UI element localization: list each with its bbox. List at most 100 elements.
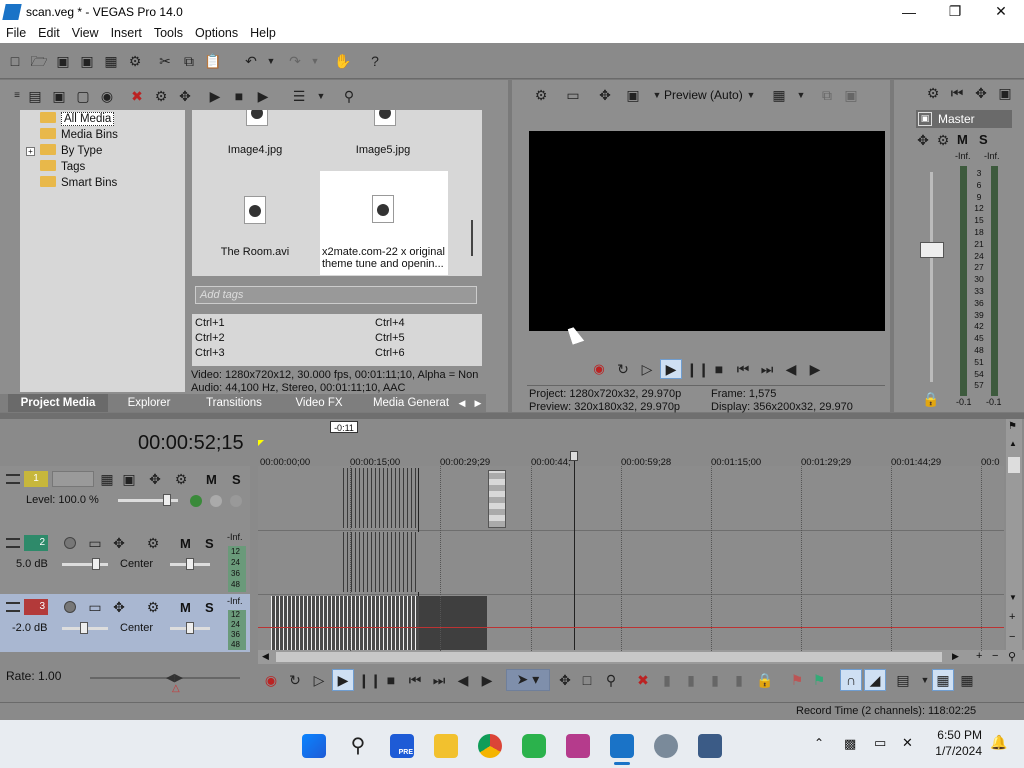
- tab-project-media[interactable]: Project Media: [8, 394, 108, 412]
- ignore-grouping-icon[interactable]: ▦: [958, 671, 976, 689]
- preview-fx-gear-icon[interactable]: ⚙: [532, 86, 550, 104]
- arm-record-icon[interactable]: [64, 537, 76, 549]
- track-solo-button[interactable]: S: [205, 536, 214, 551]
- level-slider-knob[interactable]: [163, 494, 171, 506]
- tree-item-tags[interactable]: Tags: [40, 159, 85, 175]
- display-icon[interactable]: ▭: [874, 735, 886, 751]
- new-icon[interactable]: □: [6, 52, 24, 70]
- panel-grip-icon[interactable]: ≡: [8, 87, 26, 105]
- loop-start-marker-icon[interactable]: [258, 440, 264, 446]
- master-solo-button[interactable]: S: [979, 132, 988, 147]
- web-media-icon[interactable]: ◉: [98, 87, 116, 105]
- paste-icon[interactable]: 📋: [204, 52, 222, 70]
- track-pan-icon[interactable]: ✥: [110, 534, 128, 552]
- media-fx-gear-icon[interactable]: ⚙: [152, 87, 170, 105]
- close-button[interactable]: ✕: [978, 0, 1024, 23]
- envelope-tool-icon[interactable]: ✥: [556, 671, 574, 689]
- marker-flag-icon[interactable]: ⚑: [1008, 421, 1017, 432]
- notifications-bell-icon[interactable]: 🔔: [990, 734, 1007, 751]
- lock-event-icon[interactable]: 🔒: [756, 671, 774, 689]
- menu-file[interactable]: File: [0, 26, 32, 40]
- scroll-left-icon[interactable]: ◀: [262, 651, 269, 662]
- compositing-icon[interactable]: ▣: [120, 470, 138, 488]
- scroll-right-icon[interactable]: ▶: [952, 651, 959, 662]
- go-to-start-icon[interactable]: ⏮: [734, 360, 752, 378]
- master-fx-icon[interactable]: ⚙: [934, 131, 952, 149]
- track-invert-icon[interactable]: ▭: [86, 534, 104, 552]
- menu-help[interactable]: Help: [244, 26, 282, 40]
- whats-this-help-icon[interactable]: ?: [366, 52, 384, 70]
- insert-marker-icon[interactable]: ⚑: [788, 671, 806, 689]
- tab-scroll-right-icon[interactable]: ▶: [472, 394, 484, 412]
- menu-options[interactable]: Options: [189, 26, 244, 40]
- expand-icon[interactable]: +: [26, 147, 35, 156]
- video-preview-screen[interactable]: [529, 131, 885, 331]
- track-minimize-icon[interactable]: [6, 474, 20, 484]
- zoom-in-horizontal-icon[interactable]: +: [976, 650, 982, 662]
- normal-edit-tool-icon[interactable]: ➤ ▾: [506, 669, 550, 691]
- zoom-out-vertical-icon[interactable]: −: [1009, 631, 1015, 643]
- track-header-1[interactable]: 1 ▦ ▣ ✥ ⚙ M S Level: 100.0 %: [0, 466, 250, 530]
- track-solo-button[interactable]: S: [232, 472, 241, 487]
- rate-slider[interactable]: [90, 677, 240, 679]
- mask-icon[interactable]: [230, 495, 242, 507]
- zoom-out-horizontal-icon[interactable]: −: [992, 650, 998, 662]
- record-icon[interactable]: ◉: [262, 671, 280, 689]
- zoom-tool-icon[interactable]: ⚲: [602, 671, 620, 689]
- lock-icon[interactable]: 🔒: [922, 390, 940, 408]
- loop-playback-icon[interactable]: ↻: [286, 671, 304, 689]
- stop-icon[interactable]: ■: [382, 671, 400, 689]
- tab-explorer[interactable]: Explorer: [116, 394, 182, 412]
- composite-mode-icon[interactable]: [190, 495, 202, 507]
- microsoft-store-preview-icon[interactable]: PRE: [390, 734, 414, 758]
- cut-icon[interactable]: ✂: [156, 52, 174, 70]
- play-from-start-icon[interactable]: ▷: [310, 671, 328, 689]
- track-mute-button[interactable]: M: [180, 536, 191, 551]
- audio-event-clip[interactable]: [343, 532, 419, 592]
- add-tags-input[interactable]: Add tags: [195, 286, 477, 304]
- play-preview-icon[interactable]: ▶: [206, 87, 224, 105]
- delete-icon[interactable]: ✖: [634, 671, 652, 689]
- rate-reset-marker-icon[interactable]: △: [172, 683, 180, 694]
- track-name-field[interactable]: [52, 471, 94, 487]
- minimize-button[interactable]: —: [886, 0, 932, 23]
- tree-item-all-media[interactable]: All Media: [40, 111, 115, 127]
- import-media-icon[interactable]: ▤: [26, 87, 44, 105]
- views-icon[interactable]: ☰: [290, 87, 308, 105]
- track-header-3[interactable]: 3 ▭ ✥ ⚙ M S -2.0 dB Center -Inf. 12 24 3…: [0, 594, 250, 652]
- scroll-down-icon[interactable]: ▼: [1009, 593, 1017, 602]
- zoom-in-vertical-icon[interactable]: +: [1009, 611, 1015, 623]
- clock-date[interactable]: 1/7/2024: [928, 744, 982, 758]
- split-screen-icon[interactable]: ✥: [596, 86, 614, 104]
- track-minimize-icon[interactable]: [6, 602, 20, 612]
- kaspersky-icon[interactable]: [522, 734, 546, 758]
- overlays-grid-icon[interactable]: ▦: [770, 86, 788, 104]
- thumb-label[interactable]: Image4.jpg: [202, 144, 308, 156]
- chrome-icon[interactable]: [478, 734, 502, 758]
- render-icon[interactable]: ▦: [102, 52, 120, 70]
- trim-icon[interactable]: ▮: [730, 671, 748, 689]
- preview-quality-select[interactable]: Preview (Auto): [664, 88, 743, 102]
- track-motion-icon[interactable]: ▦: [98, 470, 116, 488]
- track-fx-gear-icon[interactable]: ⚙: [172, 470, 190, 488]
- track-mute-button[interactable]: M: [206, 472, 217, 487]
- tab-media-generators[interactable]: Media Generat: [366, 394, 456, 412]
- previous-frame-icon[interactable]: ◀: [782, 360, 800, 378]
- auto-preview-icon[interactable]: ▶: [254, 87, 272, 105]
- thumb-label[interactable]: The Room.avi: [202, 246, 308, 258]
- scroll-up-icon[interactable]: ▲: [1009, 439, 1017, 448]
- track-solo-button[interactable]: S: [205, 600, 214, 615]
- video-event-clip[interactable]: [343, 468, 419, 528]
- hand-tool-icon[interactable]: ✋: [334, 52, 352, 70]
- scrollbar-thumb[interactable]: [276, 652, 942, 662]
- ripple-edit-icon[interactable]: ▤: [894, 671, 912, 689]
- scrollbar-thumb[interactable]: [1008, 457, 1020, 473]
- menu-insert[interactable]: Insert: [105, 26, 148, 40]
- parent-icon[interactable]: [210, 495, 222, 507]
- zoom-tool-icon[interactable]: ⚲: [1008, 650, 1016, 663]
- tree-item-by-type[interactable]: + By Type: [26, 143, 102, 159]
- selection-tool-icon[interactable]: □: [578, 671, 596, 689]
- pan-slider-knob[interactable]: [186, 622, 194, 634]
- play-from-start-icon[interactable]: ▷: [638, 360, 656, 378]
- playhead-handle[interactable]: [570, 451, 578, 461]
